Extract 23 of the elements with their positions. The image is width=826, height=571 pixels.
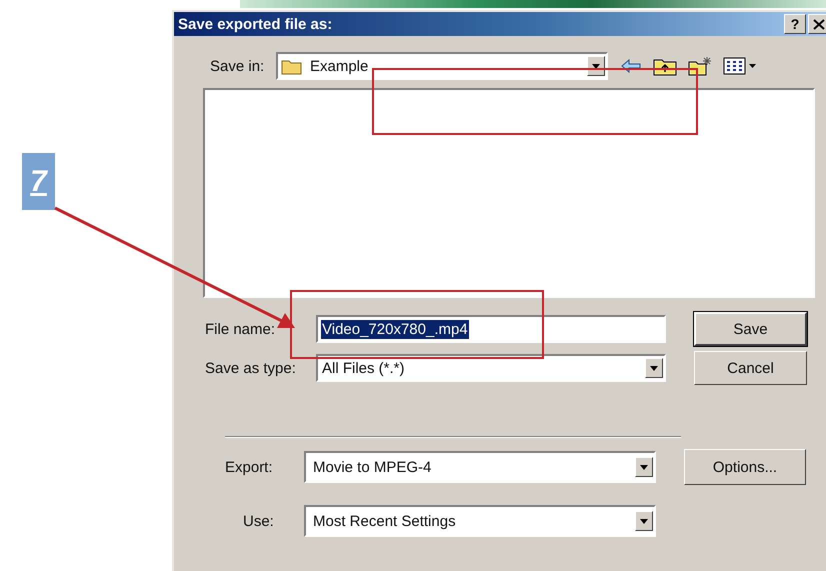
help-button[interactable]: ?	[784, 14, 806, 34]
close-icon	[813, 18, 825, 30]
new-folder-icon[interactable]	[688, 56, 712, 76]
use-label: Use:	[242, 512, 275, 530]
save-as-type-label: Save as type:	[205, 360, 297, 376]
save-button[interactable]: Save	[694, 312, 807, 346]
export-dropdown[interactable]: Movie to MPEG-4	[304, 451, 656, 483]
view-menu-icon[interactable]	[723, 57, 757, 75]
save-in-dropdown[interactable]: Example	[276, 52, 608, 80]
use-dropdown[interactable]: Most Recent Settings	[304, 505, 656, 537]
back-arrow-icon[interactable]	[620, 58, 642, 74]
step-number-badge: 7	[22, 153, 55, 210]
folder-icon	[281, 58, 303, 74]
export-label: Export:	[225, 458, 274, 476]
file-name-field[interactable]: Video_720x780_.mp4	[316, 315, 666, 343]
save-in-label: Save in:	[210, 58, 266, 74]
options-button[interactable]: Options...	[684, 449, 806, 485]
file-name-label: File name:	[205, 320, 276, 338]
close-button[interactable]	[808, 14, 826, 34]
cancel-button[interactable]: Cancel	[694, 351, 807, 385]
save-as-type-dropdown[interactable]: All Files (*.*)	[316, 354, 666, 382]
window-title: Save exported file as:	[178, 16, 334, 32]
file-list[interactable]	[203, 88, 815, 298]
